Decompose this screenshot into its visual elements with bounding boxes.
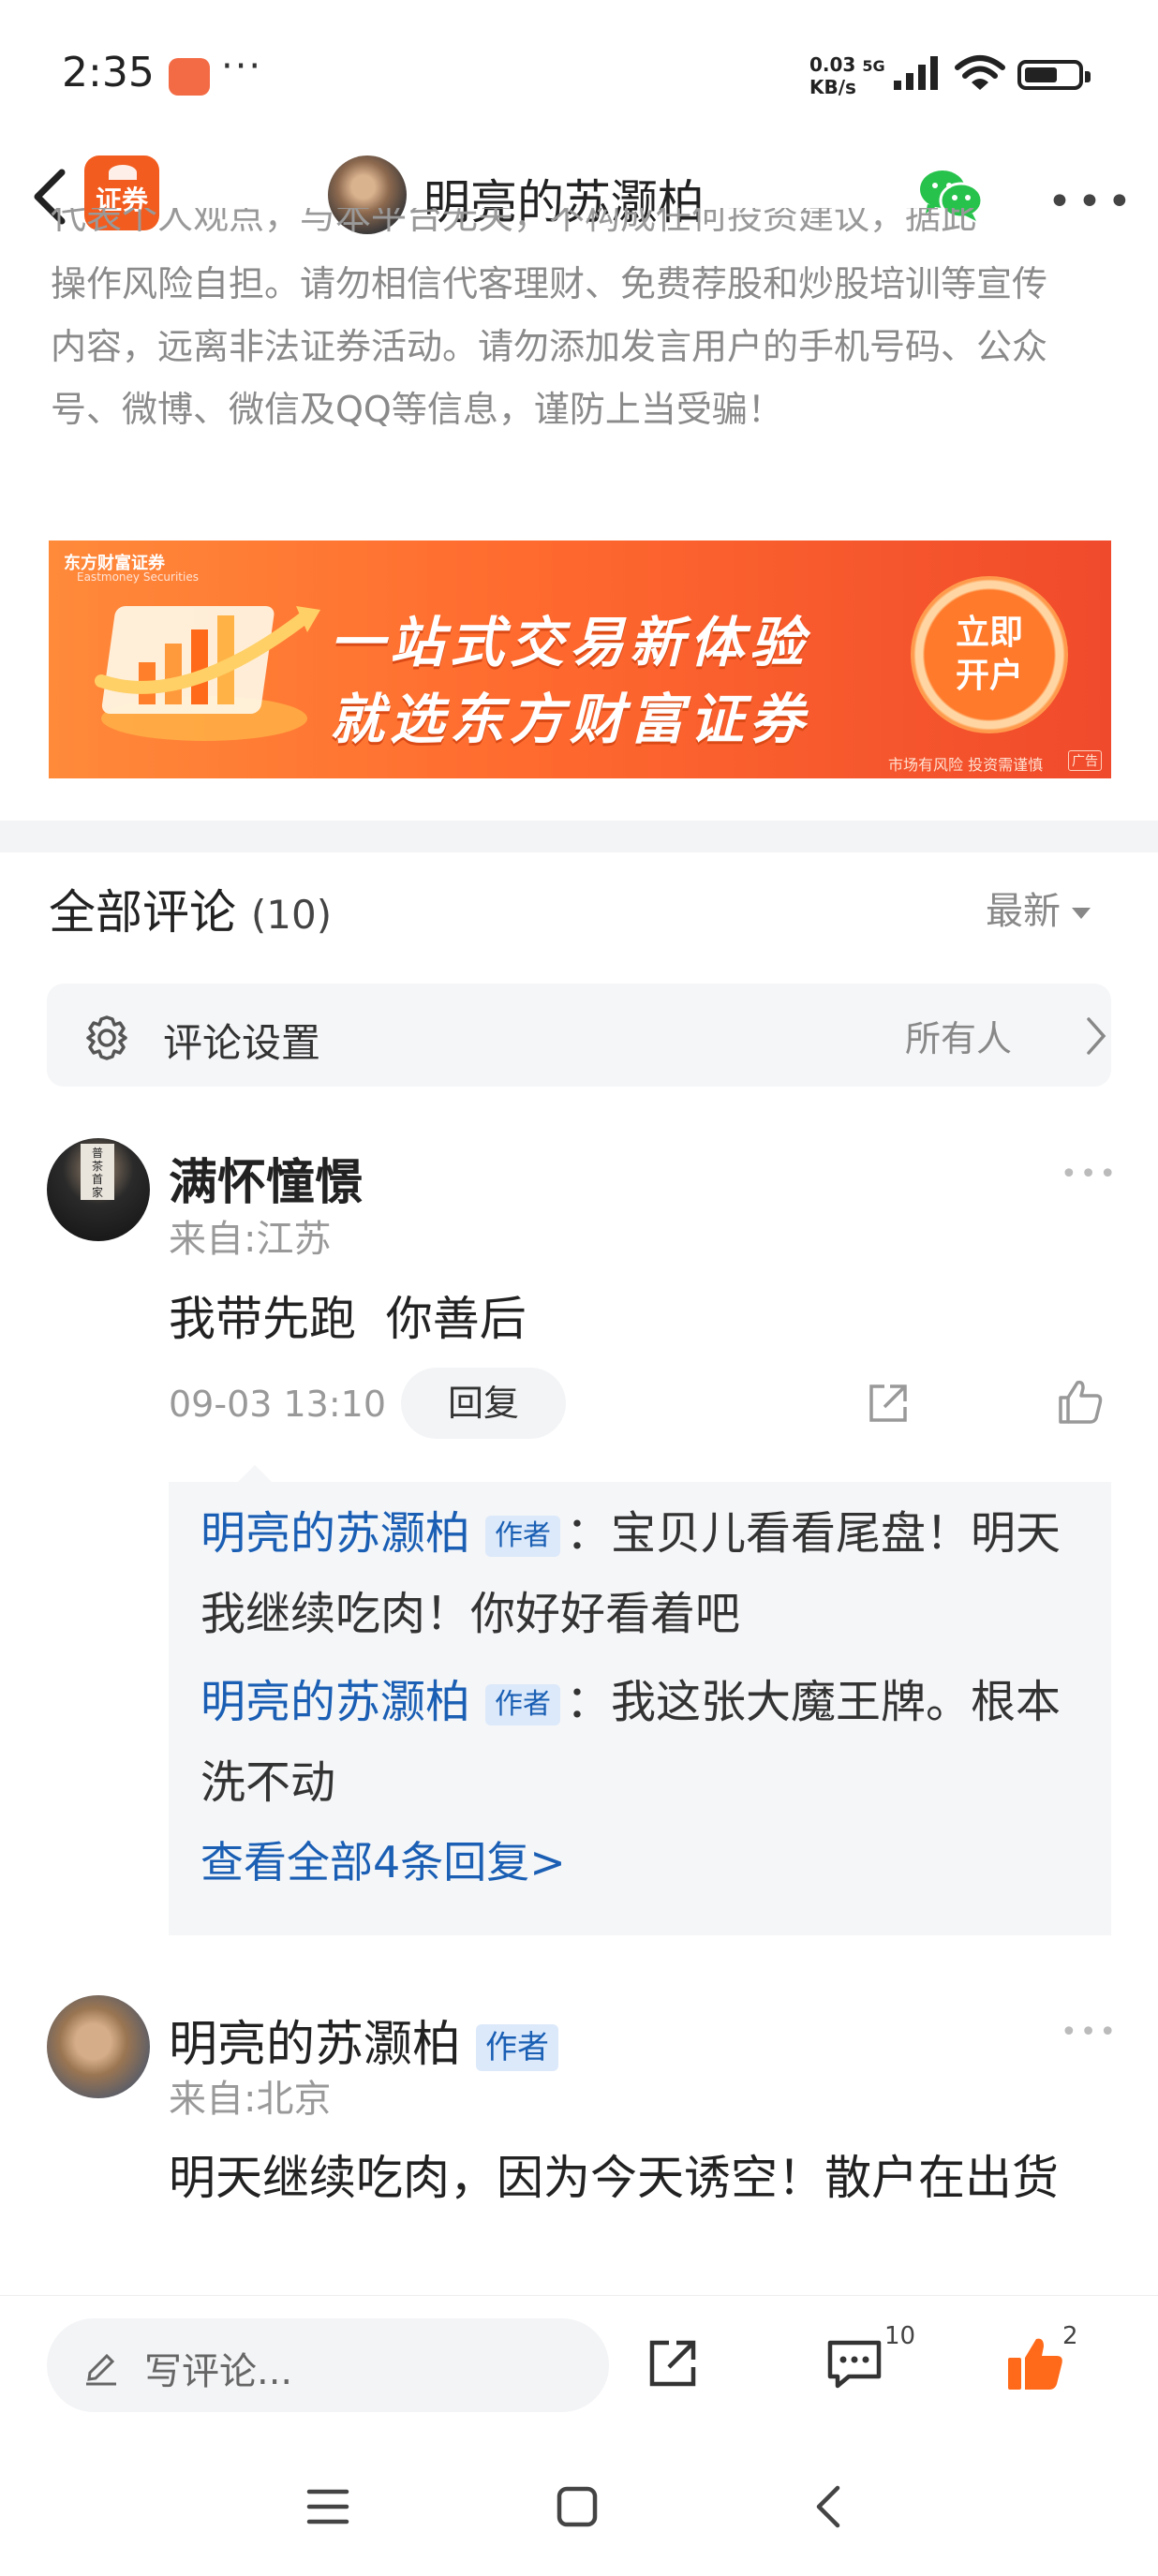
comment-more-icon[interactable]: ••• — [1061, 1158, 1119, 1191]
comment-more-icon[interactable]: ••• — [1061, 2016, 1119, 2049]
menu-icon[interactable] — [305, 2486, 350, 2527]
chevron-right-icon — [1087, 1017, 1106, 1055]
gear-icon — [86, 1015, 127, 1060]
disclaimer-line: 操作风险自担。请勿相信代客理财、免费荐股和炒股培训等宣传 — [51, 263, 1048, 304]
reply-item[interactable]: 明亮的苏灏柏 作者 ：我这张大魔王牌。根本洗不动 — [200, 1662, 1091, 1823]
status-bar: 2:35 ··· 0.03 5G KB/s — [0, 0, 1158, 141]
view-all-replies-link[interactable]: 查看全部4条回复> — [200, 1828, 566, 1890]
battery-icon — [1017, 60, 1091, 90]
wifi-icon — [955, 55, 1005, 90]
pencil-icon — [86, 2353, 116, 2386]
reply-item[interactable]: 明亮的苏灏柏 作者 ：宝贝儿看看尾盘！明天我继续吃肉！你好好看着吧 — [200, 1493, 1091, 1654]
thumbs-up-icon[interactable] — [1055, 1377, 1106, 1428]
commenter-name[interactable]: 明亮的苏灏柏 — [169, 2017, 461, 2073]
home-icon[interactable] — [555, 2484, 600, 2529]
reply-author-name[interactable]: 明亮的苏灏柏 — [200, 1676, 470, 1728]
disclaimer-line: 号、微博、微信及QQ等信息，谨防上当受骗！ — [51, 389, 783, 430]
risk-disclaimer: 代表个人观点，与本平台无关，不构成任何投资建议，据此 操作风险自担。请勿相信代客… — [51, 208, 1119, 441]
ad-tag: 广告 — [1068, 750, 1102, 771]
commenter-location: 来自:北京 — [169, 2078, 332, 2121]
status-more-dots: ··· — [221, 45, 263, 88]
reply-button[interactable]: 回复 — [401, 1368, 566, 1439]
comments-title: 全部评论 (10) — [49, 885, 333, 940]
author-tag: 作者 — [485, 1516, 561, 1557]
write-comment-input[interactable]: 写评论... — [47, 2318, 609, 2412]
author-tag: 作者 — [485, 1684, 561, 1725]
commenter-avatar[interactable] — [47, 1995, 150, 2098]
section-divider — [0, 821, 1158, 852]
comments-count: (10) — [250, 892, 333, 938]
avatar-sign: 普茶首家 — [81, 1144, 114, 1200]
disclaimer-cut-line: 代表个人观点，与本平台无关，不构成任何投资建议，据此 — [51, 208, 977, 237]
comment-settings-row[interactable]: 评论设置 所有人 — [47, 984, 1111, 1087]
thumbs-up-filled-icon[interactable] — [1004, 2333, 1066, 2395]
ad-headline-2: 就选东方财富证券 — [330, 688, 810, 751]
open-account-button[interactable]: 立即 开户 — [911, 576, 1068, 733]
share-icon[interactable] — [864, 1379, 913, 1428]
system-nav-bar — [0, 2435, 1158, 2576]
status-time: 2:35 — [62, 49, 155, 96]
ad-risk-note: 市场有风险 投资需谨慎 — [888, 756, 1044, 774]
commenter-name-row: 明亮的苏灏柏 作者 — [169, 2005, 564, 2075]
disclaimer-line: 内容，远离非法证券活动。请勿添加发言用户的手机号码、公众 — [51, 326, 1048, 367]
app-notification-icon — [169, 58, 210, 96]
reply-preview-box: 明亮的苏灏柏 作者 ：宝贝儿看看尾盘！明天我继续吃肉！你好好看着吧 明亮的苏灏柏 作者… — [169, 1465, 1111, 1935]
commenter-location: 来自:江苏 — [169, 1218, 332, 1261]
comment-settings-label: 评论设置 — [163, 1020, 321, 1066]
commenter-avatar[interactable]: 普茶首家 — [47, 1138, 150, 1241]
network-speed: 0.03 5G KB/s — [809, 53, 885, 98]
comment-text: 明天继续吃肉，因为今天诱空！散户在出货 — [169, 2151, 1059, 2205]
sort-selector[interactable]: 最新 — [986, 881, 1091, 935]
comment-text: 我带先跑 你善后 — [169, 1292, 527, 1346]
comment-icon[interactable] — [824, 2335, 884, 2393]
ad-headline-1: 一站式交易新体验 — [330, 611, 810, 674]
commenter-name[interactable]: 满怀憧憬 — [169, 1143, 364, 1213]
signal-icon — [894, 56, 938, 90]
ad-chart-illustration — [95, 606, 320, 741]
author-tag: 作者 — [476, 2024, 559, 2071]
ad-banner[interactable]: 东方财富证券 Eastmoney Securities 一站式交易新体验 就选东… — [49, 540, 1111, 778]
comment-settings-value: 所有人 — [905, 1018, 1013, 1059]
bottom-action-bar: 写评论... 10 2 — [0, 2295, 1158, 2436]
share-icon[interactable] — [643, 2333, 703, 2393]
caret-down-icon — [1072, 908, 1091, 919]
system-back-icon[interactable] — [811, 2484, 845, 2529]
comment-time: 09-03 13:10 — [169, 1384, 387, 1425]
comment-placeholder: 写评论... — [144, 2350, 293, 2393]
comment-count-badge: 10 — [884, 2322, 916, 2350]
reply-author-name[interactable]: 明亮的苏灏柏 — [200, 1507, 470, 1560]
like-count-badge: 2 — [1062, 2322, 1078, 2350]
